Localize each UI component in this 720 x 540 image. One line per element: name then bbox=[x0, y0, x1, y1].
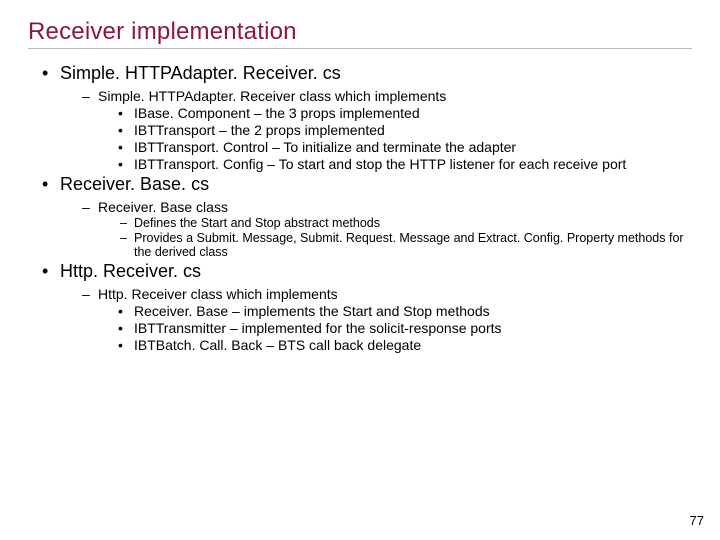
list-item: Provides a Submit. Message, Submit. Requ… bbox=[120, 231, 692, 259]
section-1-sub: Simple. HTTPAdapter. Receiver class whic… bbox=[82, 88, 692, 172]
section-3-heading: Http. Receiver. cs bbox=[60, 261, 201, 281]
list-item: IBTTransport. Config – To start and stop… bbox=[118, 156, 692, 172]
section-1-heading: Simple. HTTPAdapter. Receiver. cs bbox=[60, 63, 341, 83]
list-item: IBTBatch. Call. Back – BTS call back del… bbox=[118, 337, 692, 353]
section-2-sub: Receiver. Base class Defines the Start a… bbox=[82, 199, 692, 259]
section-2-sub-text: Receiver. Base class bbox=[98, 199, 228, 215]
list-item: Defines the Start and Stop abstract meth… bbox=[120, 216, 692, 230]
list-item: IBTTransmitter – implemented for the sol… bbox=[118, 320, 692, 336]
list-item: IBTTransport – the 2 props implemented bbox=[118, 122, 692, 138]
list-item: IBase. Component – the 3 props implement… bbox=[118, 105, 692, 121]
page-number: 77 bbox=[690, 513, 704, 528]
slide-title: Receiver implementation bbox=[28, 18, 692, 49]
section-3-sub: Http. Receiver class which implements Re… bbox=[82, 286, 692, 353]
section-1-sub-text: Simple. HTTPAdapter. Receiver class whic… bbox=[98, 88, 446, 104]
section-2-heading: Receiver. Base. cs bbox=[60, 174, 209, 194]
list-item: IBTTransport. Control – To initialize an… bbox=[118, 139, 692, 155]
section-3: Http. Receiver. cs Http. Receiver class … bbox=[42, 261, 692, 353]
section-1: Simple. HTTPAdapter. Receiver. cs Simple… bbox=[42, 63, 692, 172]
section-2: Receiver. Base. cs Receiver. Base class … bbox=[42, 174, 692, 259]
section-3-sub-text: Http. Receiver class which implements bbox=[98, 286, 338, 302]
bullet-list: Simple. HTTPAdapter. Receiver. cs Simple… bbox=[28, 63, 692, 353]
list-item: Receiver. Base – implements the Start an… bbox=[118, 303, 692, 319]
